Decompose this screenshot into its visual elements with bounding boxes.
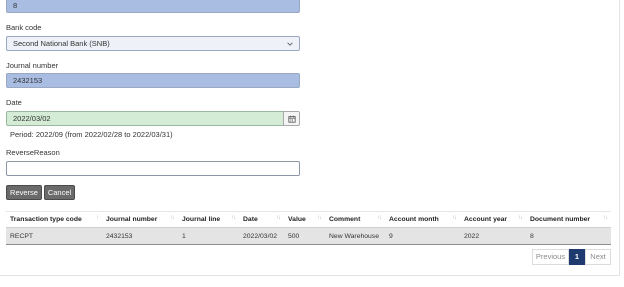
next-page-button[interactable]: Next xyxy=(585,249,611,265)
journal-number-label: Journal number xyxy=(6,61,59,70)
pagination: Previous 1 Next xyxy=(532,249,611,265)
column-header[interactable]: Transaction type code ↑ xyxy=(6,211,102,228)
reverse-button[interactable]: Reverse xyxy=(6,185,42,200)
cancel-button[interactable]: Cancel xyxy=(44,185,75,200)
transactions-table: Transaction type code ↑ Journal number ↑↓ … xyxy=(6,211,611,245)
table-header-row: Transaction type code ↑ Journal number ↑↓ … xyxy=(6,211,611,228)
table-cell: 8 xyxy=(526,227,611,245)
date-label: Date xyxy=(6,98,22,107)
column-header[interactable]: Journal number ↑↓ xyxy=(102,211,178,228)
bank-code-select[interactable]: Second National Bank (SNB) xyxy=(6,36,300,51)
sort-icon: ↑↓ xyxy=(276,215,281,221)
reverse-reason-label: ReverseReason xyxy=(6,148,60,157)
sort-icon: ↑↓ xyxy=(603,215,608,221)
calendar-icon xyxy=(287,115,296,123)
column-header[interactable]: Document number ↑↓ xyxy=(526,211,611,228)
column-header[interactable]: Date ↑↓ xyxy=(239,211,284,228)
table-cell: 500 xyxy=(284,227,325,245)
table-cell: RECPT xyxy=(6,227,102,245)
bank-code-selected: Second National Bank (SNB) xyxy=(13,39,110,48)
page-button-current[interactable]: 1 xyxy=(569,249,585,265)
column-header[interactable]: Journal line ↑↓ xyxy=(178,211,239,228)
table-cell: 9 xyxy=(385,227,460,245)
sort-icon: ↑ xyxy=(96,215,99,221)
sort-icon: ↑↓ xyxy=(317,215,322,221)
table-cell: New Warehouse xyxy=(325,227,385,245)
column-header[interactable]: Comment ↑↓ xyxy=(325,211,385,228)
sort-icon: ↑↓ xyxy=(518,215,523,221)
table-cell: 2022 xyxy=(460,227,526,245)
date-input[interactable]: 2022/03/02 xyxy=(6,111,284,126)
date-picker: 2022/03/02 xyxy=(6,111,300,126)
document-number-field[interactable]: 8 xyxy=(6,0,300,13)
sort-icon: ↑↓ xyxy=(170,215,175,221)
table-cell: 1 xyxy=(178,227,239,245)
previous-page-button[interactable]: Previous xyxy=(532,249,569,265)
table-cell: 2432153 xyxy=(102,227,178,245)
chevron-down-icon xyxy=(287,42,293,46)
reverse-reason-input[interactable] xyxy=(6,161,300,176)
sort-icon: ↑↓ xyxy=(231,215,236,221)
sort-icon: ↑↓ xyxy=(452,215,457,221)
table-row[interactable]: RECPT 2432153 1 2022/03/02 500 New Wareh… xyxy=(6,227,611,245)
sort-icon: ↑↓ xyxy=(377,215,382,221)
journal-number-field[interactable]: 2432153 xyxy=(6,73,300,88)
column-header[interactable]: Account month ↑↓ xyxy=(385,211,460,228)
calendar-button[interactable] xyxy=(283,111,300,126)
column-header[interactable]: Account year ↑↓ xyxy=(460,211,526,228)
bank-code-label: Bank code xyxy=(6,23,42,32)
table-cell: 2022/03/02 xyxy=(239,227,284,245)
period-info: Period: 2022/09 (from 2022/02/28 to 2022… xyxy=(10,130,173,139)
column-header[interactable]: Value ↑↓ xyxy=(284,211,325,228)
